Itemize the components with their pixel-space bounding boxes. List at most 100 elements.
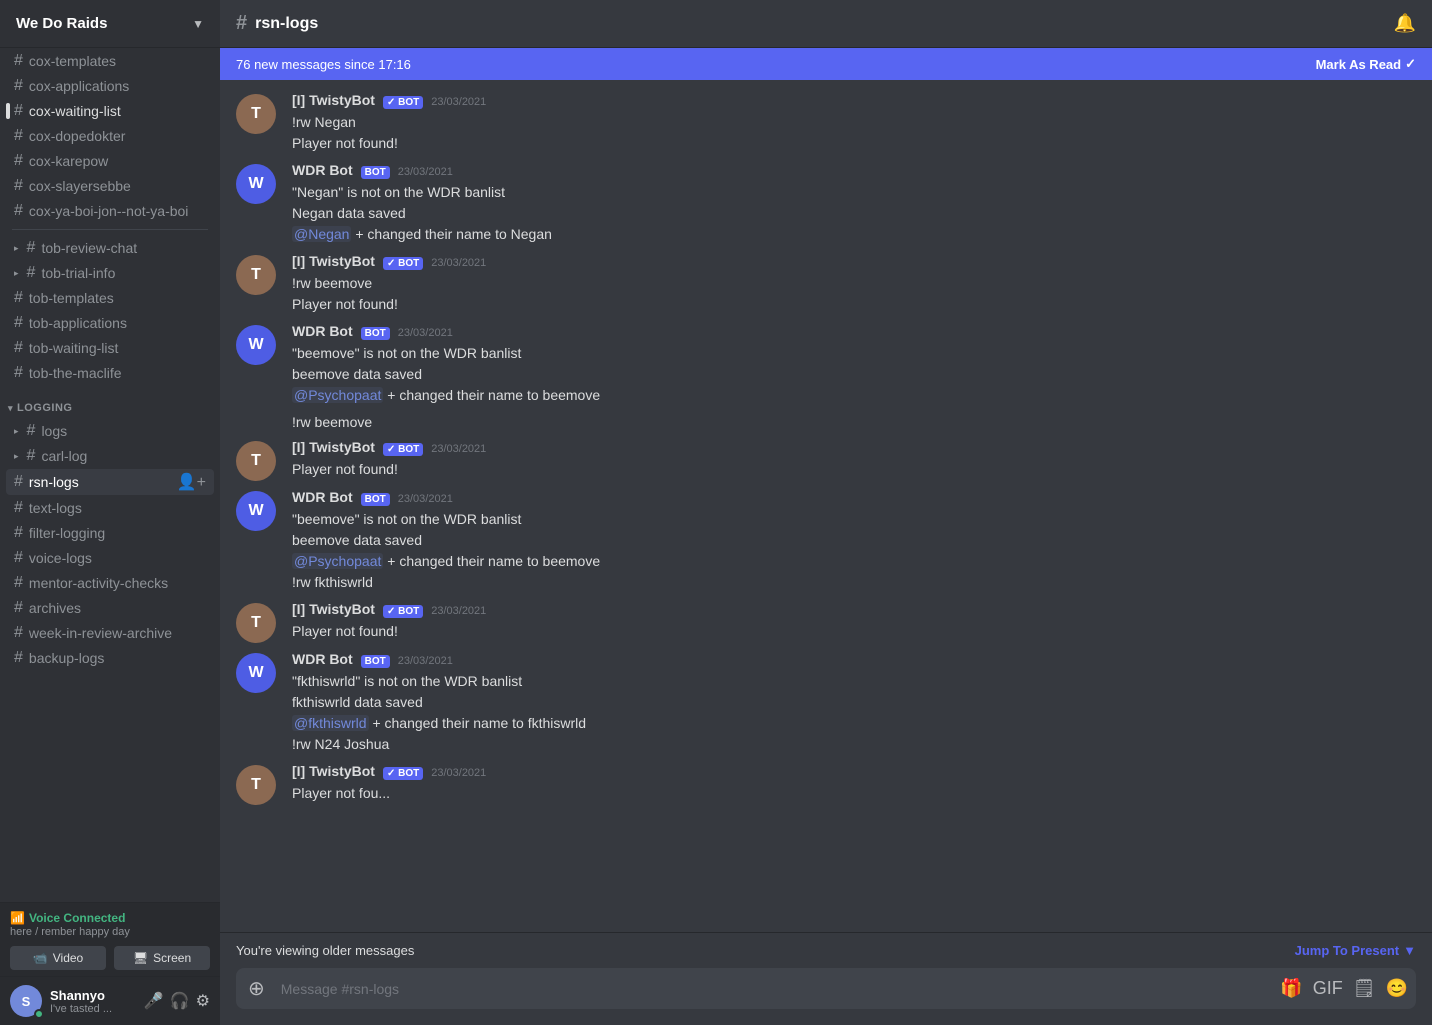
- channel-header-name: rsn-logs: [255, 15, 318, 33]
- sidebar-item-tob-the-maclife[interactable]: # tob-the-maclife: [6, 361, 214, 385]
- microphone-icon[interactable]: 🎤: [144, 991, 164, 1011]
- voice-connected-indicator: 📶 Voice Connected: [10, 911, 210, 925]
- user-info: Shannyo I've tasted ...: [50, 988, 136, 1015]
- user-area: S Shannyo I've tasted ... 🎤 🎧 ⚙: [0, 976, 220, 1025]
- message-text: Player not found!: [292, 133, 1416, 154]
- sidebar-item-rsn-logs[interactable]: # rsn-logs 👤+: [6, 469, 214, 495]
- message-header: [I] TwistyBot ✓ BOT 23/03/2021: [292, 601, 1416, 618]
- channel-label: rsn-logs: [29, 474, 79, 490]
- mention: @Psychopaat: [292, 553, 383, 569]
- channel-label: tob-applications: [29, 315, 127, 331]
- message-username[interactable]: WDR Bot: [292, 323, 353, 339]
- new-messages-bar: 76 new messages since 17:16 Mark As Read…: [220, 48, 1432, 80]
- server-name: We Do Raids: [16, 15, 107, 32]
- sidebar-item-cox-karepow[interactable]: # cox-karepow: [6, 149, 214, 173]
- message-group: W WDR Bot BOT 23/03/2021 "fkthiswrld" is…: [220, 647, 1432, 759]
- message-username[interactable]: [I] TwistyBot: [292, 763, 375, 779]
- channel-label: week-in-review-archive: [29, 625, 172, 641]
- message-group: W WDR Bot BOT 23/03/2021 "beemove" is no…: [220, 485, 1432, 597]
- sidebar-item-cox-applications[interactable]: # cox-applications: [6, 74, 214, 98]
- message-timestamp: 23/03/2021: [431, 443, 486, 455]
- verified-bot-badge: ✓ BOT: [383, 257, 423, 270]
- section-label-text: LOGGING: [17, 402, 72, 414]
- channel-label: cox-ya-boi-jon--not-ya-boi: [29, 203, 189, 219]
- message-header: [I] TwistyBot ✓ BOT 23/03/2021: [292, 439, 1416, 456]
- message-group: W WDR Bot BOT 23/03/2021 "beemove" is no…: [220, 319, 1432, 410]
- screen-share-button[interactable]: 🖥 Screen: [114, 946, 210, 970]
- verified-bot-badge: ✓ BOT: [383, 96, 423, 109]
- message-text: @Psychopaat + changed their name to beem…: [292, 551, 1416, 572]
- message-group: T [I] TwistyBot ✓ BOT 23/03/2021 !rw Neg…: [220, 88, 1432, 158]
- hash-icon: #: [14, 202, 23, 220]
- message-content: WDR Bot BOT 23/03/2021 "beemove" is not …: [292, 489, 1416, 593]
- unread-indicator: [6, 103, 10, 119]
- sidebar-item-text-logs[interactable]: # text-logs: [6, 496, 214, 520]
- sidebar-item-tob-trial-info[interactable]: ▸ # tob-trial-info: [6, 261, 214, 285]
- video-button[interactable]: 📹 Video: [10, 946, 106, 970]
- message-username[interactable]: [I] TwistyBot: [292, 92, 375, 108]
- sidebar-item-cox-templates[interactable]: # cox-templates: [6, 49, 214, 73]
- message-username[interactable]: WDR Bot: [292, 651, 353, 667]
- avatar: S: [10, 985, 42, 1017]
- add-attachment-icon[interactable]: ⊕: [244, 968, 269, 1009]
- sidebar-item-week-in-review-archive[interactable]: # week-in-review-archive: [6, 621, 214, 645]
- avatar: T: [236, 765, 276, 805]
- section-collapse-icon[interactable]: ▾: [8, 403, 13, 414]
- message-header: WDR Bot BOT 23/03/2021: [292, 323, 1416, 340]
- verified-bot-badge: ✓ BOT: [383, 605, 423, 618]
- older-messages-banner: You're viewing older messages Jump To Pr…: [220, 932, 1432, 968]
- sidebar-item-voice-logs[interactable]: # voice-logs: [6, 546, 214, 570]
- message-timestamp: 23/03/2021: [398, 655, 453, 667]
- avatar: T: [236, 441, 276, 481]
- sidebar-item-archives[interactable]: # archives: [6, 596, 214, 620]
- message-input[interactable]: [277, 970, 1273, 1008]
- channel-label: logs: [41, 423, 67, 439]
- hash-icon: #: [27, 264, 36, 282]
- sidebar-item-cox-ya-boi[interactable]: # cox-ya-boi-jon--not-ya-boi: [6, 199, 214, 223]
- logging-section-header: ▾ LOGGING: [0, 386, 220, 418]
- sidebar-item-tob-applications[interactable]: # tob-applications: [6, 311, 214, 335]
- chevron-down-icon: ▼: [192, 17, 204, 31]
- signal-icon: 📶: [10, 911, 25, 925]
- sidebar-item-carl-log[interactable]: ▸ # carl-log: [6, 444, 214, 468]
- message-text: "Negan" is not on the WDR banlist: [292, 182, 1416, 203]
- message-username[interactable]: [I] TwistyBot: [292, 601, 375, 617]
- sidebar-item-cox-waiting-list[interactable]: # cox-waiting-list: [6, 99, 214, 123]
- sidebar-item-cox-slayersebbe[interactable]: # cox-slayersebbe: [6, 174, 214, 198]
- notification-bell-icon[interactable]: 🔔: [1394, 13, 1416, 34]
- mark-as-read-button[interactable]: Mark As Read ✓: [1316, 56, 1416, 72]
- older-messages-text: You're viewing older messages: [236, 943, 414, 958]
- sticker-icon[interactable]: 🗒: [1353, 978, 1376, 999]
- channel-label: archives: [29, 600, 81, 616]
- message-text: !rw fkthiswrld: [292, 572, 1416, 593]
- sidebar-item-mentor-activity-checks[interactable]: # mentor-activity-checks: [6, 571, 214, 595]
- message-timestamp: 23/03/2021: [431, 605, 486, 617]
- server-header[interactable]: We Do Raids ▼: [0, 0, 220, 48]
- sidebar-item-filter-logging[interactable]: # filter-logging: [6, 521, 214, 545]
- gift-icon[interactable]: 🎁: [1280, 978, 1302, 999]
- message-username[interactable]: WDR Bot: [292, 489, 353, 505]
- message-text: Player not found!: [292, 459, 1416, 480]
- avatar: W: [236, 164, 276, 204]
- jump-to-present-button[interactable]: Jump To Present ▼: [1295, 943, 1416, 958]
- headphones-icon[interactable]: 🎧: [170, 991, 190, 1011]
- message-username[interactable]: [I] TwistyBot: [292, 253, 375, 269]
- gif-icon[interactable]: GIF: [1313, 978, 1343, 999]
- hash-icon: #: [14, 649, 23, 667]
- sidebar: We Do Raids ▼ # cox-templates # cox-appl…: [0, 0, 220, 1025]
- emoji-icon[interactable]: 😊: [1386, 978, 1408, 999]
- add-member-icon[interactable]: 👤+: [177, 472, 206, 492]
- sidebar-item-tob-templates[interactable]: # tob-templates: [6, 286, 214, 310]
- message-username[interactable]: [I] TwistyBot: [292, 439, 375, 455]
- message-username[interactable]: WDR Bot: [292, 162, 353, 178]
- settings-icon[interactable]: ⚙: [196, 991, 210, 1011]
- sidebar-item-logs[interactable]: ▸ # logs: [6, 419, 214, 443]
- sidebar-item-cox-dopedokter[interactable]: # cox-dopedokter: [6, 124, 214, 148]
- channel-header: # rsn-logs 🔔: [220, 0, 1432, 48]
- sidebar-item-backup-logs[interactable]: # backup-logs: [6, 646, 214, 670]
- message-timestamp: 23/03/2021: [398, 493, 453, 505]
- sidebar-item-tob-waiting-list[interactable]: # tob-waiting-list: [6, 336, 214, 360]
- sidebar-item-tob-review-chat[interactable]: ▸ # tob-review-chat: [6, 236, 214, 260]
- messages-area[interactable]: T [I] TwistyBot ✓ BOT 23/03/2021 !rw Neg…: [220, 80, 1432, 932]
- message-content: [I] TwistyBot ✓ BOT 23/03/2021 !rw beemo…: [292, 253, 1416, 315]
